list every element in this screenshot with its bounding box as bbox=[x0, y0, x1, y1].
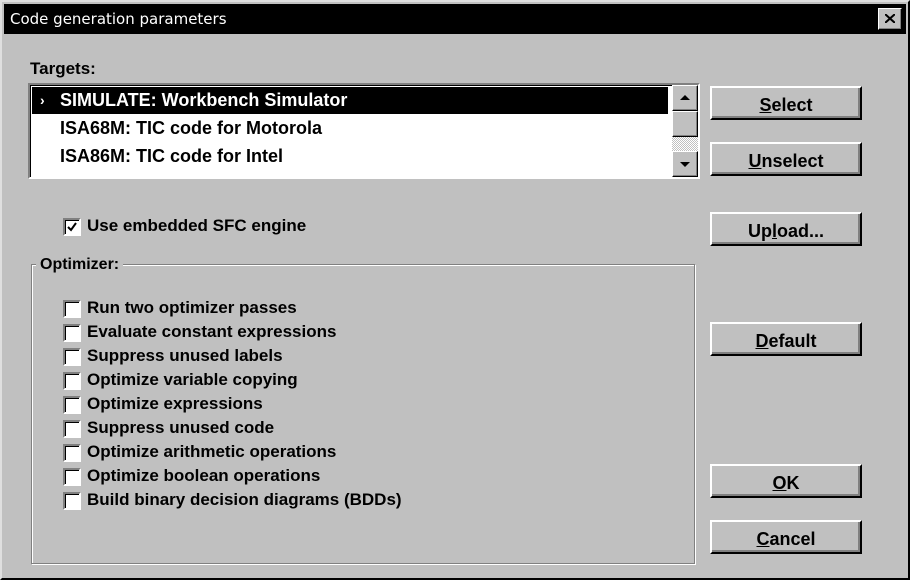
option-label: Optimize variable copying bbox=[87, 370, 298, 389]
option-label: Run two optimizer passes bbox=[87, 298, 297, 317]
list-item-isa86m[interactable]: ISA86M: TIC code for Intel bbox=[32, 143, 668, 170]
cancel-label: ancel bbox=[769, 529, 816, 549]
default-accelerator: D bbox=[755, 331, 769, 351]
title-bar[interactable]: Code generation parameters bbox=[4, 4, 906, 34]
checkbox-box[interactable] bbox=[63, 372, 81, 390]
checkbox-box[interactable] bbox=[63, 444, 81, 462]
targets-listbox[interactable]: › SIMULATE: Workbench Simulator ISA68M: … bbox=[28, 83, 700, 179]
arrow-down-icon bbox=[680, 162, 690, 167]
scroll-up-button[interactable] bbox=[672, 85, 698, 111]
select-label: elect bbox=[771, 95, 813, 115]
upload-button[interactable]: Upload... bbox=[710, 212, 862, 246]
option-label: Suppress unused code bbox=[87, 418, 275, 437]
scroll-down-button[interactable] bbox=[672, 151, 698, 177]
checkmark-icon bbox=[67, 222, 77, 232]
close-button[interactable] bbox=[878, 8, 902, 30]
option-label: Build binary decision diagrams (BDDs) bbox=[87, 490, 402, 509]
option-label: Optimize arithmetic operations bbox=[87, 442, 337, 461]
checkbox-box[interactable] bbox=[63, 300, 81, 318]
ok-label: K bbox=[786, 473, 800, 493]
checkbox-box[interactable] bbox=[63, 396, 81, 414]
unselect-label: nselect bbox=[761, 151, 824, 171]
unselect-button[interactable]: Unselect bbox=[710, 142, 862, 176]
unselect-accelerator: U bbox=[748, 151, 762, 171]
upload-label-prefix: Up bbox=[747, 221, 772, 241]
targets-label: Targets: bbox=[30, 59, 96, 78]
default-label: efault bbox=[768, 331, 817, 351]
cancel-button[interactable]: Cancel bbox=[710, 520, 862, 554]
current-target-marker-icon: › bbox=[40, 92, 45, 108]
checkbox-box[interactable] bbox=[63, 420, 81, 438]
select-button[interactable]: Select bbox=[710, 86, 862, 120]
default-button[interactable]: Default bbox=[710, 322, 862, 356]
checkbox-box[interactable] bbox=[63, 468, 81, 486]
arrow-up-icon bbox=[680, 95, 690, 100]
ok-button[interactable]: OK bbox=[710, 464, 862, 498]
select-accelerator: S bbox=[759, 95, 772, 115]
vertical-scrollbar[interactable] bbox=[672, 85, 698, 177]
scroll-thumb[interactable] bbox=[672, 111, 698, 137]
list-item-label: SIMULATE: Workbench Simulator bbox=[60, 90, 348, 110]
embedded-sfc-label: Use embedded SFC engine bbox=[87, 216, 307, 235]
checkbox-box[interactable] bbox=[63, 492, 81, 510]
list-item-simulate[interactable]: › SIMULATE: Workbench Simulator bbox=[32, 87, 668, 114]
checkbox-box[interactable] bbox=[63, 348, 81, 366]
ok-accelerator: O bbox=[772, 473, 787, 493]
option-label: Optimize boolean operations bbox=[87, 466, 321, 485]
close-icon bbox=[885, 14, 895, 23]
option-label: Evaluate constant expressions bbox=[87, 322, 337, 341]
checkbox-box[interactable] bbox=[63, 324, 81, 342]
list-item-label: ISA68M: TIC code for Motorola bbox=[60, 118, 323, 138]
list-item-label: ISA86M: TIC code for Intel bbox=[60, 146, 284, 166]
option-label: Suppress unused labels bbox=[87, 346, 283, 365]
optimizer-title: Optimizer: bbox=[36, 256, 124, 274]
option-label: Optimize expressions bbox=[87, 394, 263, 413]
list-item-isa68m[interactable]: ISA68M: TIC code for Motorola bbox=[32, 115, 668, 142]
window-title: Code generation parameters bbox=[10, 10, 227, 28]
checkbox-box[interactable] bbox=[63, 218, 81, 236]
upload-label-suffix: oad... bbox=[777, 221, 825, 241]
cancel-accelerator: C bbox=[756, 529, 770, 549]
